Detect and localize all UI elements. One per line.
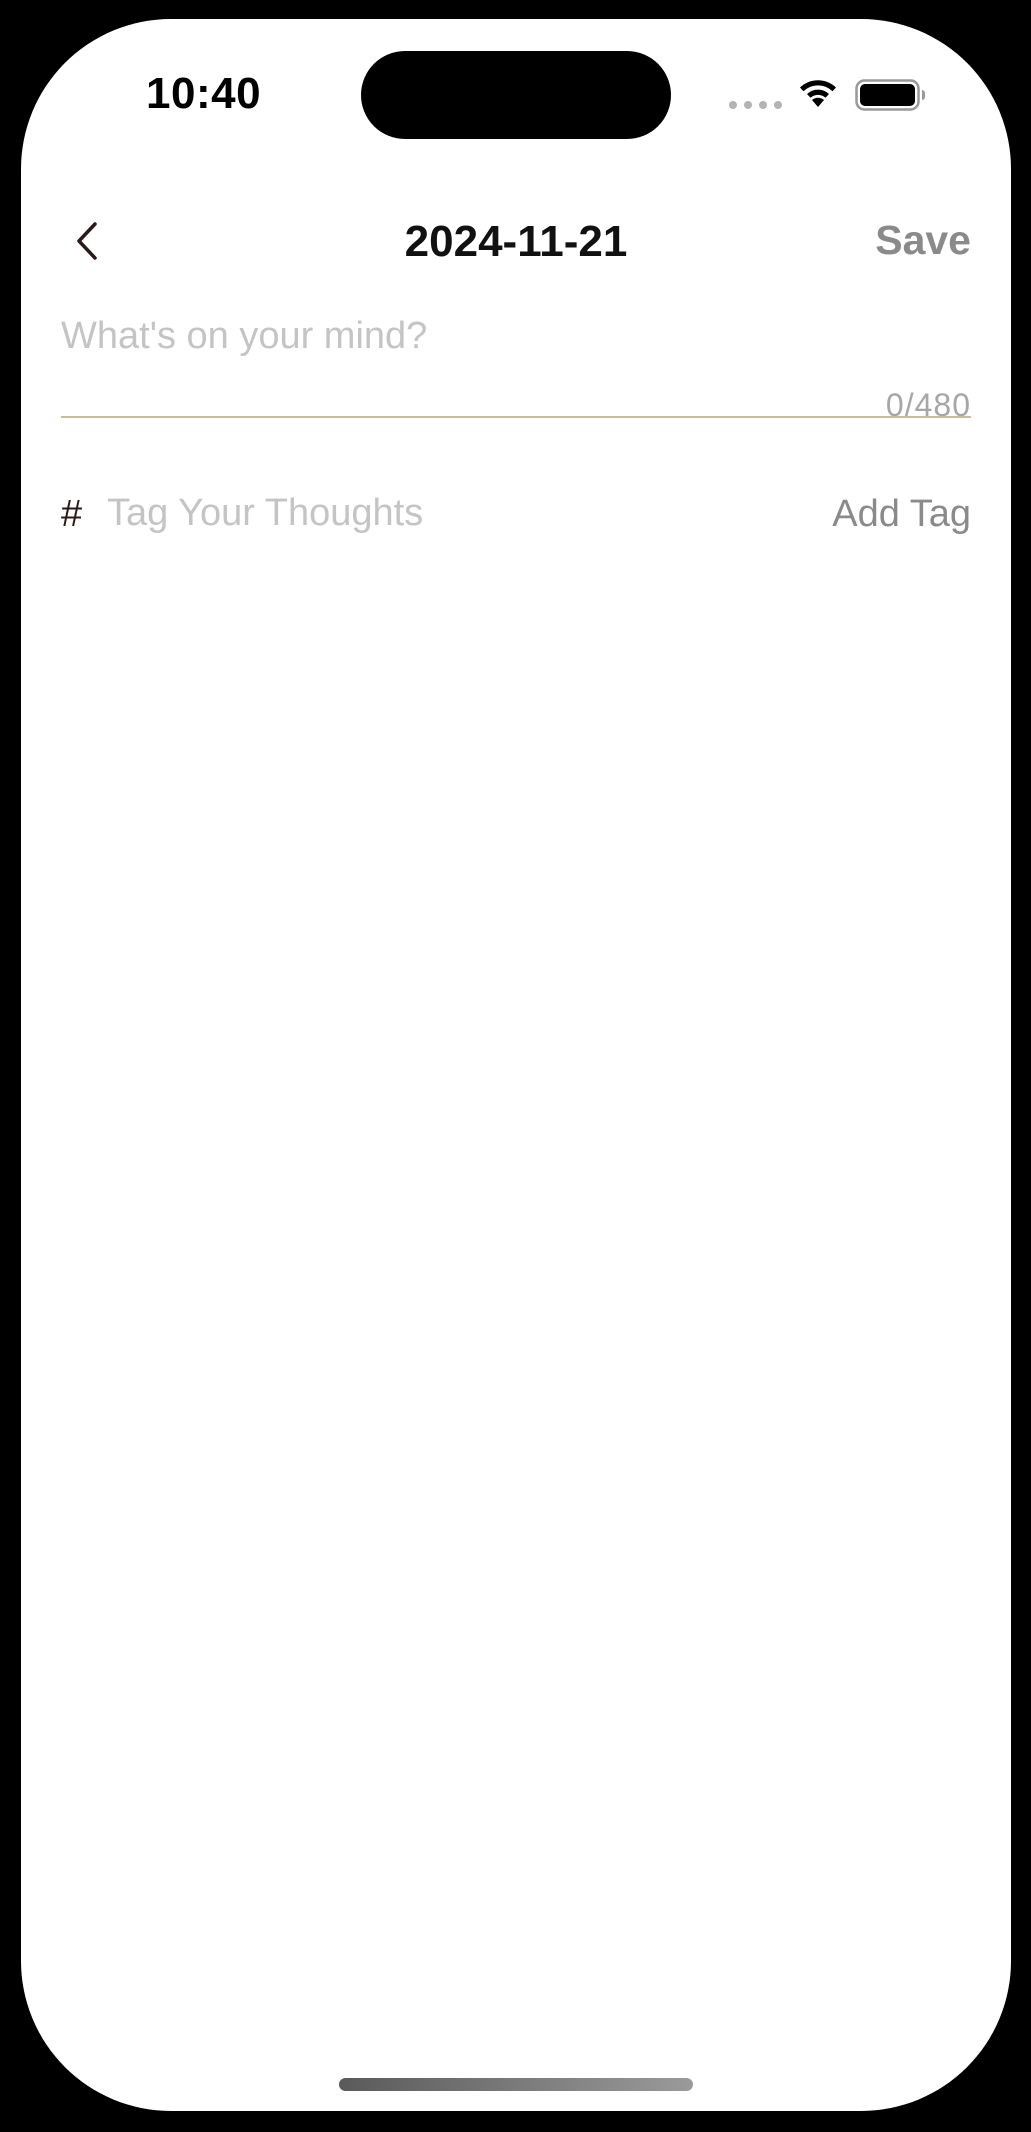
hashtag-icon: #	[61, 493, 83, 535]
thought-input[interactable]	[61, 301, 971, 371]
tag-input[interactable]	[107, 485, 707, 541]
status-time: 10:40	[146, 69, 262, 118]
chevron-left-icon	[77, 222, 97, 260]
battery-icon	[855, 79, 925, 111]
home-indicator[interactable]	[339, 2078, 693, 2091]
back-button[interactable]	[59, 205, 115, 277]
signal-dots-icon	[729, 101, 782, 109]
char-counter: 0/480	[885, 387, 971, 423]
page-title: 2024-11-21	[404, 217, 628, 266]
input-divider	[61, 416, 971, 418]
dynamic-island	[361, 51, 671, 139]
add-tag-button[interactable]: Add Tag	[832, 493, 971, 536]
wifi-icon	[800, 80, 836, 107]
save-button[interactable]: Save	[875, 217, 971, 264]
phone-screen: 10:40 2024-11-21 Save 0/480 # Add Tag	[21, 19, 1011, 2111]
